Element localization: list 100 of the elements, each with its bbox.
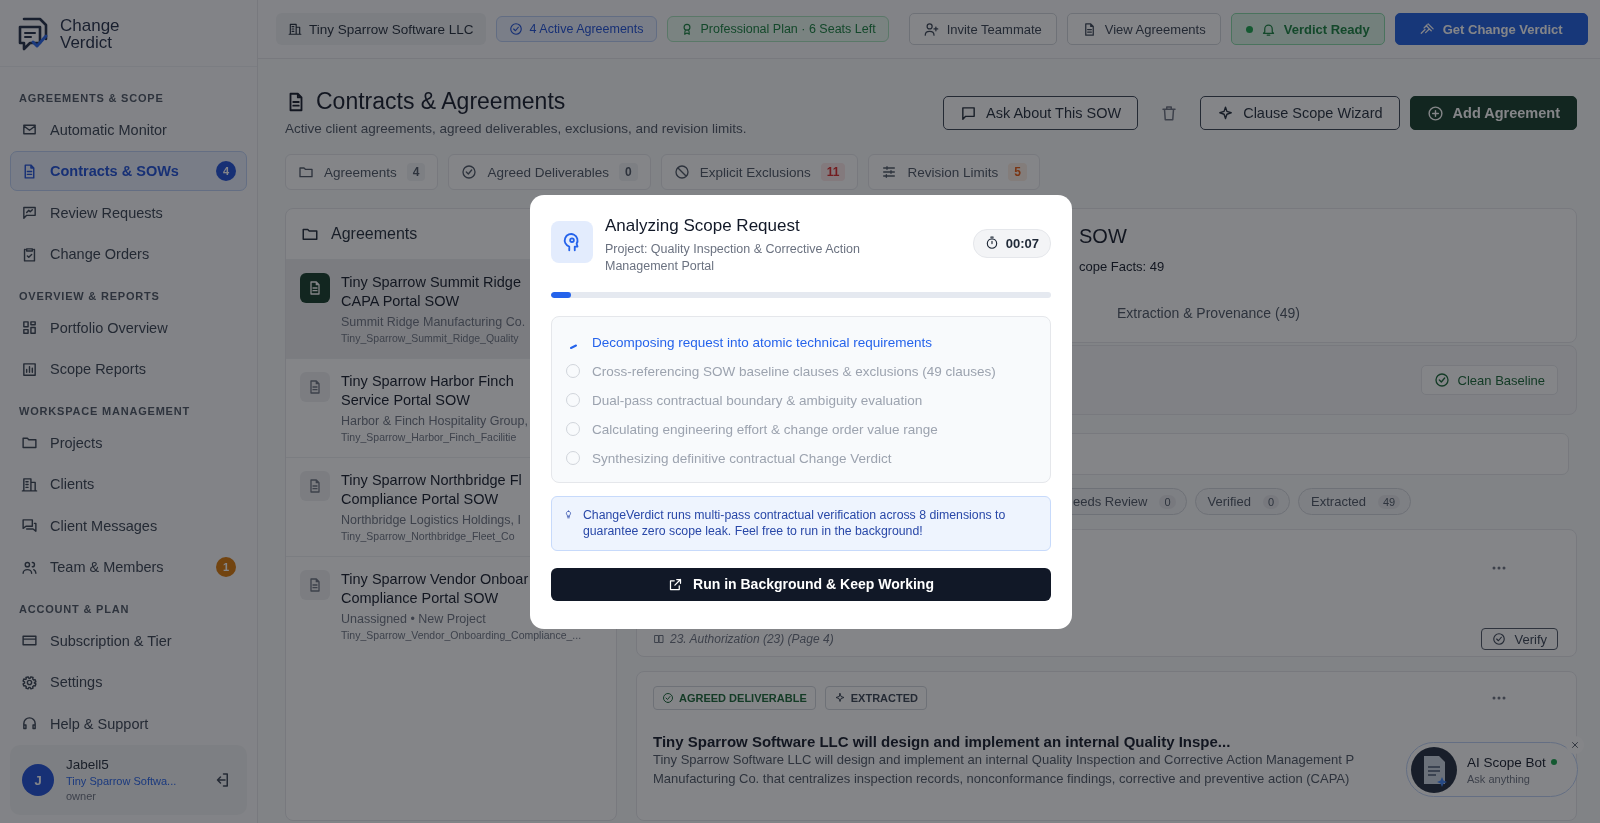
status-chip: Tiny Sparrow Software LLC <box>276 13 486 45</box>
bot-name: AI Scope Bot <box>1467 754 1546 770</box>
agreement-title: Tiny Sparrow Vendor Onboar Compliance Portal SOW <box>341 570 530 608</box>
message-icon <box>21 204 38 221</box>
spinner-icon <box>569 344 577 349</box>
file-name: Tiny_Sparrow_Northbridge_Fleet_Co <box>341 530 516 542</box>
nav-item[interactable]: Change Orders <box>10 234 247 274</box>
head-icon <box>551 220 593 263</box>
clean-baseline-button[interactable]: Clean Baseline <box>1420 365 1558 395</box>
run-background-button[interactable]: Run in Background & Keep Working <box>551 567 1051 601</box>
scope-facts-text: cope Facts: 49 <box>1079 259 1166 274</box>
sparkle-icon <box>1217 104 1235 122</box>
toolbar-button[interactable]: Invite Teammate <box>908 13 1057 45</box>
message-icon <box>960 104 978 122</box>
nav-item[interactable]: Help & Support <box>10 703 247 744</box>
tab[interactable]: Extraction & Provenance (49) <box>1117 305 1300 321</box>
client-name: Unassigned • New Project <box>341 612 487 626</box>
count-badge: 0 <box>619 163 638 181</box>
grid-icon <box>21 319 38 336</box>
tag: EXTRACTED <box>824 686 927 710</box>
bell-icon <box>1260 21 1276 37</box>
file-name: Tiny_Sparrow_Vendor_Onboarding_Compliance_... <box>341 629 582 641</box>
section-heading: ACCOUNT & PLAN <box>18 601 131 617</box>
count-badge: 4 <box>406 163 426 181</box>
nav-item[interactable]: Portfolio Overview <box>10 307 247 348</box>
user-role: owner <box>66 789 97 804</box>
stopwatch-icon <box>984 236 999 250</box>
fact-text: Manufacturing Co. that centralizes inspection records, nonconformance findings, corrective and preventive action (CAPA) <box>653 771 1350 786</box>
document-icon <box>300 273 330 303</box>
status-chip: Professional Plan · 6 Seats Left <box>666 16 889 42</box>
sparkle-icon <box>833 692 846 704</box>
status-chip: 4 Active Agreements <box>495 16 657 42</box>
building-icon <box>21 475 38 493</box>
timer: 00:07 <box>972 228 1051 258</box>
action-button[interactable]: Ask About This SOW <box>943 96 1139 130</box>
more-icon <box>1492 696 1506 700</box>
agreement-title: Tiny Sparrow Northbridge Fl Compliance Portal SOW <box>341 471 522 509</box>
count-badge: 5 <box>1008 163 1027 181</box>
document-icon <box>300 570 330 600</box>
settings-icon <box>21 673 38 691</box>
bot-avatar-icon <box>1411 746 1457 793</box>
tab[interactable]: Revision Limits 5 <box>868 154 1040 190</box>
file-name: Tiny_Sparrow_Harbor_Finch_Facilitie <box>341 431 518 443</box>
close-icon <box>1570 740 1580 750</box>
count-badge: 49 <box>1378 494 1401 509</box>
dialog-title: Analyzing Scope Request <box>605 215 801 236</box>
count-badge: 4 <box>216 161 236 181</box>
tab[interactable]: Explicit Exclusions 11 <box>660 154 859 190</box>
filter-chip[interactable]: Extracted 49 <box>1298 488 1412 515</box>
client-name: Summit Ridge Manufacturing Co. <box>341 315 526 329</box>
file-name: Tiny_Sparrow_Summit_Ridge_Quality <box>341 332 520 344</box>
nav-item[interactable]: Scope Reports <box>10 349 247 389</box>
toolbar-button[interactable]: View Agreements <box>1066 13 1221 45</box>
count-badge: 0 <box>1262 494 1280 509</box>
toolbar-button[interactable]: Verdict Ready <box>1230 13 1385 45</box>
more-icon <box>1492 566 1506 570</box>
ban-icon <box>673 164 690 180</box>
trash-icon <box>1160 104 1179 122</box>
filter-chip[interactable]: Verified 0 <box>1194 488 1291 515</box>
fact-text: Tiny Sparrow Software LLC will design and implement an internal Quality Inspection and Corrective Action Management P <box>653 752 1355 767</box>
chat-widget[interactable]: AI Scope Bot Ask anything <box>1406 742 1578 797</box>
nav-item[interactable]: Subscription & Tier <box>10 620 247 661</box>
tab[interactable]: Agreed Deliverables 0 <box>448 154 651 190</box>
section-heading: AGREEMENTS & SCOPE <box>18 90 165 106</box>
nav-item[interactable]: Review Requests <box>10 192 247 233</box>
action-button[interactable]: Clause Scope Wizard <box>1200 96 1400 130</box>
section-heading: WORKSPACE MANAGEMENT <box>18 403 191 419</box>
bar-chart-icon <box>21 360 38 378</box>
panel-title: Agreements <box>331 225 418 243</box>
nav-item[interactable]: Projects <box>10 422 247 463</box>
bot-hint: Ask anything <box>1467 772 1531 785</box>
chat-icon <box>21 517 38 534</box>
page-subtitle: Active client agreements, agreed deliverables, exclusions, and revision limits. <box>285 121 747 136</box>
tag: AGREED DELIVERABLE <box>653 686 816 710</box>
nav-item[interactable]: Automatic Monitor <box>10 109 247 150</box>
nav-item[interactable]: Team & Members 1 <box>10 547 247 587</box>
verify-button[interactable]: Verify <box>1481 628 1558 650</box>
agreement-title: SOW <box>1079 225 1128 248</box>
organization-name: Tiny Sparrow Softwa... <box>66 774 178 789</box>
book-icon <box>653 633 665 645</box>
nav-item[interactable]: Settings <box>10 662 247 702</box>
add-user-icon <box>923 21 939 37</box>
clipboard-icon <box>21 245 38 263</box>
nav-item[interactable]: Contracts & SOWs 4 <box>10 151 247 191</box>
page-title: Contracts & Agreements <box>316 88 566 115</box>
tab[interactable]: Agreements 4 <box>285 154 439 190</box>
logo-text: Change Verdict <box>60 16 120 51</box>
external-link-icon <box>668 576 684 592</box>
fact-title: Tiny Sparrow Software LLC will design and implement an internal Quality Inspe... <box>653 733 1232 750</box>
source-reference: 23. Authorization (23) (Page 4) <box>670 632 834 646</box>
status-dot <box>1245 25 1253 33</box>
agreement-title: Tiny Sparrow Harbor Finch Service Portal SOW <box>341 372 515 410</box>
agreement-title: Tiny Sparrow Summit Ridge CAPA Portal SOW <box>341 273 522 311</box>
toolbar-button[interactable]: Get Change Verdict <box>1394 13 1588 45</box>
nav-item[interactable]: Client Messages <box>10 505 247 546</box>
section-heading: OVERVIEW & REPORTS <box>18 288 161 304</box>
nav-item[interactable]: Clients <box>10 464 247 504</box>
sliders-icon <box>881 164 898 180</box>
action-button[interactable]: Add Agreement <box>1409 96 1577 130</box>
count-badge: 11 <box>820 163 846 181</box>
